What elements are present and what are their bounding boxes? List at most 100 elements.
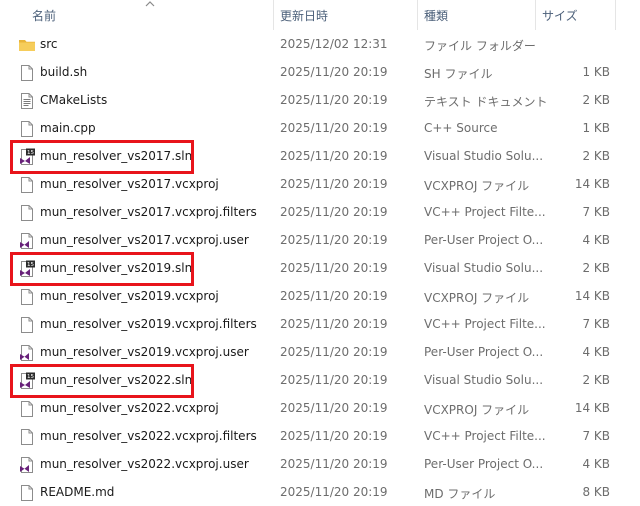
file-type: VCXPROJ ファイル xyxy=(424,179,530,193)
file-name: mun_resolver_vs2022.sln xyxy=(40,373,193,387)
file-icon xyxy=(18,400,36,418)
file-size: 7 KB xyxy=(582,429,610,443)
file-type: SH ファイル xyxy=(424,67,493,81)
file-name: README.md xyxy=(40,485,115,499)
file-row[interactable]: mun_resolver_vs2022.vcxproj.user 2025/11/… xyxy=(0,450,640,478)
file-date-modified: 2025/11/20 20:19 xyxy=(280,261,388,275)
file-row[interactable]: mun_resolver_vs2022.vcxproj.filters 2025/… xyxy=(0,422,640,450)
visual-studio-solution-icon: 15 xyxy=(18,148,36,166)
file-row[interactable]: 15 mun_resolver_vs2019.sln 2025/11/20 20:1… xyxy=(0,254,640,282)
vs-user-file-icon xyxy=(18,456,36,474)
file-type: VC++ Project Filte... xyxy=(424,317,546,331)
file-type: Per-User Project O... xyxy=(424,457,544,471)
file-type: ファイル フォルダー xyxy=(424,39,536,53)
file-name: mun_resolver_vs2017.vcxproj xyxy=(40,177,219,191)
file-date-modified: 2025/11/20 20:19 xyxy=(280,317,388,331)
file-date-modified: 2025/11/20 20:19 xyxy=(280,233,388,247)
column-header-name-label: 名前 xyxy=(32,9,57,23)
file-size: 2 KB xyxy=(582,93,610,107)
file-size: 14 KB xyxy=(574,177,610,191)
file-size: 7 KB xyxy=(582,205,610,219)
file-row[interactable]: CMakeLists 2025/11/20 20:19 テキスト ドキュメント 2 K… xyxy=(0,86,640,114)
file-row[interactable]: README.md 2025/11/20 20:19 MD ファイル 8 KB xyxy=(0,478,640,506)
file-type: C++ Source xyxy=(424,121,498,135)
file-icon xyxy=(18,120,36,138)
file-date-modified: 2025/12/02 12:31 xyxy=(280,37,388,51)
sort-ascending-icon xyxy=(145,1,155,7)
file-date-modified: 2025/11/20 20:19 xyxy=(280,65,388,79)
visual-studio-solution-icon: 15 xyxy=(18,260,36,278)
file-type: VCXPROJ ファイル xyxy=(424,291,530,305)
file-name: mun_resolver_vs2022.vcxproj.user xyxy=(40,457,249,471)
file-row[interactable]: 15 mun_resolver_vs2017.sln 2025/11/20 20:1… xyxy=(0,142,640,170)
column-header-bar: 名前 更新日時 種類 サイズ xyxy=(0,0,640,30)
file-date-modified: 2025/11/20 20:19 xyxy=(280,457,388,471)
file-date-modified: 2025/11/20 20:19 xyxy=(280,289,388,303)
file-row[interactable]: mun_resolver_vs2017.vcxproj.filters 2025/… xyxy=(0,198,640,226)
file-row[interactable]: mun_resolver_vs2019.vcxproj.filters 2025/… xyxy=(0,310,640,338)
file-type: Per-User Project O... xyxy=(424,345,544,359)
file-size: 7 KB xyxy=(582,317,610,331)
file-date-modified: 2025/11/20 20:19 xyxy=(280,177,388,191)
file-date-modified: 2025/11/20 20:19 xyxy=(280,345,388,359)
file-size: 4 KB xyxy=(582,233,610,247)
file-name: mun_resolver_vs2022.vcxproj.filters xyxy=(40,429,257,443)
file-size: 1 KB xyxy=(582,121,610,135)
file-type: テキスト ドキュメント xyxy=(424,95,548,109)
file-name: src xyxy=(40,37,58,51)
text-document-icon xyxy=(18,92,36,110)
file-size: 2 KB xyxy=(582,149,610,163)
file-icon xyxy=(18,288,36,306)
svg-text:15: 15 xyxy=(27,262,34,268)
folder-icon xyxy=(18,36,36,54)
file-icon xyxy=(18,428,36,446)
file-size: 8 KB xyxy=(582,485,610,499)
file-date-modified: 2025/11/20 20:19 xyxy=(280,149,388,163)
file-name: mun_resolver_vs2019.vcxproj.user xyxy=(40,345,249,359)
file-icon xyxy=(18,204,36,222)
file-date-modified: 2025/11/20 20:19 xyxy=(280,401,388,415)
file-type: VC++ Project Filte... xyxy=(424,429,546,443)
file-name: mun_resolver_vs2019.vcxproj xyxy=(40,289,219,303)
file-date-modified: 2025/11/20 20:19 xyxy=(280,429,388,443)
file-type: Visual Studio Solu... xyxy=(424,373,544,387)
vs-user-file-icon xyxy=(18,232,36,250)
file-row[interactable]: src 2025/12/02 12:31 ファイル フォルダー xyxy=(0,30,640,58)
column-header-date[interactable]: 更新日時 xyxy=(274,0,418,30)
column-header-size[interactable]: サイズ xyxy=(536,0,616,30)
file-size: 1 KB xyxy=(582,65,610,79)
file-row[interactable]: main.cpp 2025/11/20 20:19 C++ Source 1 KB xyxy=(0,114,640,142)
file-row[interactable]: mun_resolver_vs2017.vcxproj.user 2025/11/… xyxy=(0,226,640,254)
file-type: MD ファイル xyxy=(424,487,496,501)
file-icon xyxy=(18,64,36,82)
file-row[interactable]: build.sh 2025/11/20 20:19 SH ファイル 1 KB xyxy=(0,58,640,86)
column-header-name[interactable]: 名前 xyxy=(0,0,274,30)
file-name: mun_resolver_vs2017.vcxproj.user xyxy=(40,233,249,247)
file-row[interactable]: mun_resolver_vs2017.vcxproj 2025/11/20 20… xyxy=(0,170,640,198)
file-icon xyxy=(18,176,36,194)
file-row[interactable]: mun_resolver_vs2019.vcxproj 2025/11/20 20… xyxy=(0,282,640,310)
file-size: 4 KB xyxy=(582,457,610,471)
file-row[interactable]: 15 mun_resolver_vs2022.sln 2025/11/20 20:1… xyxy=(0,366,640,394)
file-name: mun_resolver_vs2019.vcxproj.filters xyxy=(40,317,257,331)
file-size: 2 KB xyxy=(582,373,610,387)
file-size: 14 KB xyxy=(574,289,610,303)
column-header-size-label: サイズ xyxy=(542,9,578,23)
file-type: Visual Studio Solu... xyxy=(424,261,544,275)
file-size: 2 KB xyxy=(582,261,610,275)
file-icon xyxy=(18,484,36,502)
column-header-type[interactable]: 種類 xyxy=(418,0,536,30)
file-row[interactable]: mun_resolver_vs2019.vcxproj.user 2025/11/… xyxy=(0,338,640,366)
file-name: mun_resolver_vs2017.sln xyxy=(40,149,193,163)
file-type: Visual Studio Solu... xyxy=(424,149,544,163)
file-type: Per-User Project O... xyxy=(424,233,544,247)
file-name: main.cpp xyxy=(40,121,96,135)
file-size: 14 KB xyxy=(574,401,610,415)
file-name: CMakeLists xyxy=(40,93,108,107)
column-header-date-label: 更新日時 xyxy=(280,9,329,23)
file-row[interactable]: mun_resolver_vs2022.vcxproj 2025/11/20 20… xyxy=(0,394,640,422)
visual-studio-solution-icon: 15 xyxy=(18,372,36,390)
file-size: 4 KB xyxy=(582,345,610,359)
file-date-modified: 2025/11/20 20:19 xyxy=(280,373,388,387)
svg-text:15: 15 xyxy=(27,374,34,380)
